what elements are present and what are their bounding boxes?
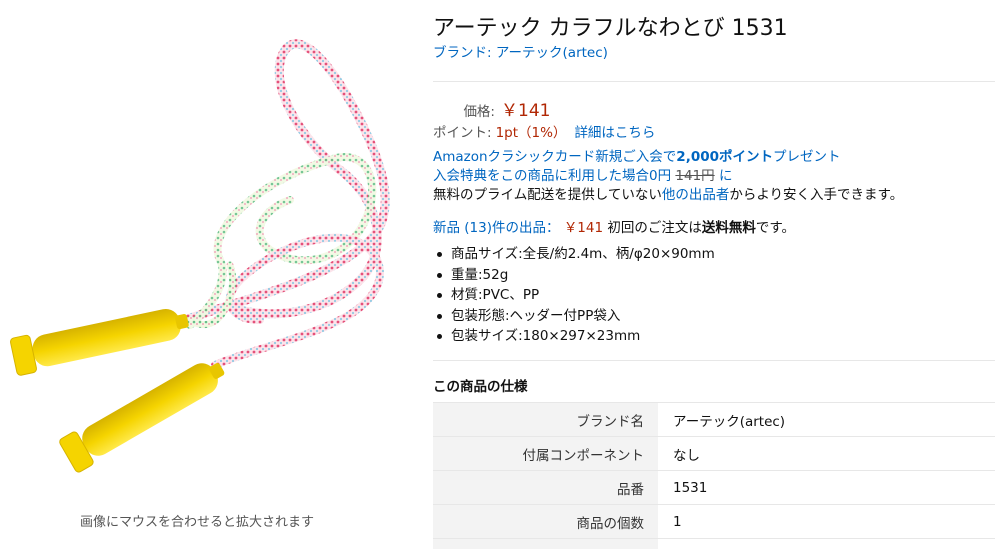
points-value: 1pt（1%） (495, 125, 567, 141)
spec-table: ブランド名 アーテック(artec) 付属コンポーネント なし 品番 1531 … (433, 402, 995, 549)
other-sellers-post: からより安く入手できます。 (729, 187, 904, 203)
other-sellers-link[interactable]: 他の出品者 (662, 187, 730, 203)
price-row: 価格: ￥141 (433, 96, 550, 121)
spec-key: 付属コンポーネント (433, 436, 658, 471)
new-offers-link[interactable]: 新品 (13)件の出品： (433, 220, 560, 236)
price-value: ￥141 (501, 101, 551, 121)
offers-text-end: です。 (755, 220, 796, 236)
spec-value: 1531 (658, 470, 995, 505)
spec-value (658, 538, 995, 549)
promo-line2-text[interactable]: 入会特典をこの商品に利用した場合0円 (433, 168, 671, 184)
other-sellers-pre: 無料のプライム配送を提供していない (433, 187, 662, 203)
feature-bullet: 材質:PVC、PP (433, 285, 715, 306)
promo-line1-suffix[interactable]: プレゼント (773, 149, 841, 165)
price-label: 価格: (463, 104, 495, 120)
promo-card-offer[interactable]: Amazonクラシックカード新規ご入会で2,000ポイントプレゼント (433, 148, 903, 167)
spec-value: なし (658, 436, 995, 471)
feature-bullet: 包装サイズ:180×297×23mm (433, 326, 715, 347)
offers-text: 初回のご注文は (607, 220, 702, 236)
spec-row: 商品の個数 1 (433, 504, 995, 539)
spec-row: ブランド名 アーテック(artec) (433, 402, 995, 437)
free-shipping-bold: 送料無料 (701, 220, 756, 236)
feature-bullet: 重量:52g (433, 265, 715, 286)
brand-prefix: ブランド: (433, 45, 496, 61)
lower-handle (59, 363, 225, 473)
spec-key: 商品の個数 (433, 504, 658, 539)
spec-value: 1 (658, 504, 995, 539)
spec-key (433, 538, 658, 549)
product-image-area: 画像にマウスを合わせると拡大されます (0, 0, 420, 549)
feature-bullet: 包装形態:ヘッダー付PP袋入 (433, 306, 715, 327)
feature-bullet: 商品サイズ:全長/約2.4m、柄/φ20×90mm (433, 244, 715, 265)
promo-line1-text[interactable]: Amazonクラシックカード新規ご入会で (433, 149, 676, 165)
offers-price: ￥141 (563, 220, 604, 236)
promo-line2-suffix[interactable]: に (719, 168, 733, 184)
upper-handle (10, 308, 189, 376)
spec-value: アーテック(artec) (658, 402, 995, 437)
points-details-link[interactable]: 詳細はこちら (574, 125, 655, 141)
spec-key: 品番 (433, 470, 658, 505)
new-offers-row: 新品 (13)件の出品： ￥141 初回のご注文は送料無料です。 (433, 216, 795, 236)
promo-block: Amazonクラシックカード新規ご入会で2,000ポイントプレゼント 入会特典を… (433, 148, 903, 205)
spec-key: ブランド名 (433, 402, 658, 437)
original-price-strike: 141円 (675, 168, 715, 184)
divider (433, 81, 995, 82)
product-image[interactable] (0, 20, 420, 490)
spec-row (433, 538, 995, 549)
image-hover-hint: 画像にマウスを合わせると拡大されます (80, 515, 315, 530)
spec-row: 品番 1531 (433, 470, 995, 505)
spec-row: 付属コンポーネント なし (433, 436, 995, 471)
promo-points-bold[interactable]: 2,000ポイント (676, 149, 773, 165)
points-row: ポイント: 1pt（1%） 詳細はこちら (433, 121, 655, 141)
promo-card-discount[interactable]: 入会特典をこの商品に利用した場合0円 141円 に (433, 167, 903, 186)
spec-heading: この商品の仕様 (433, 379, 528, 395)
other-sellers-line: 無料のプライム配送を提供していない他の出品者からより安く入手できます。 (433, 186, 903, 205)
brand-link[interactable]: アーテック(artec) (496, 45, 608, 61)
brand-line: ブランド: アーテック(artec) (433, 41, 608, 61)
divider (433, 360, 995, 361)
points-label: ポイント: (433, 125, 492, 141)
feature-bullets: 商品サイズ:全長/約2.4m、柄/φ20×90mm 重量:52g 材質:PVC、… (433, 244, 715, 347)
product-title: アーテック カラフルなわとび 1531 (433, 16, 788, 41)
